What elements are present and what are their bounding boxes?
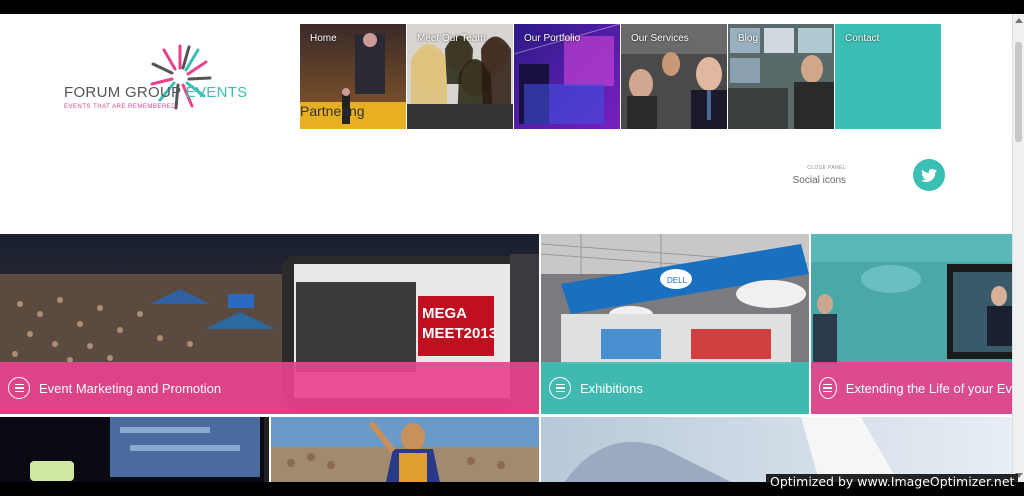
list-icon	[819, 377, 837, 399]
tile-title-exhibitions: Exhibitions	[580, 380, 643, 396]
optimizer-watermark: Optimized by www.ImageOptimizer.net	[766, 474, 1019, 489]
scroll-up-icon[interactable]	[1015, 18, 1023, 23]
tile-extending-life[interactable]: Extending the Life of your Ev	[811, 234, 1012, 414]
nav-label-our-portfolio: Our Portfolio	[524, 33, 581, 44]
nav-label-meet-our-team: Meet Our Team	[417, 33, 486, 44]
tile-title-event-marketing: Event Marketing and Promotion	[39, 380, 222, 396]
nav-item-our-services[interactable]: Our Services	[621, 24, 727, 129]
nav-label-home: Home	[310, 33, 337, 44]
list-icon	[8, 377, 30, 399]
close-panel-link[interactable]: CLOSE PANEL	[786, 165, 846, 171]
scrollbar-thumb[interactable]	[1015, 42, 1022, 142]
nav-item-home[interactable]: Partnering Home	[300, 24, 406, 129]
nav-item-contact[interactable]: Contact	[835, 24, 941, 129]
logo-name-accent: EVENTS	[185, 84, 248, 101]
tile-band: Extending the Life of your Ev	[811, 362, 1012, 414]
main-nav: Partnering Home Meet Our Team Our Portfo…	[300, 24, 941, 129]
nav-label-our-services: Our Services	[631, 33, 689, 44]
mega-meet-year: MEET2013	[422, 325, 497, 342]
tile-band: Exhibitions	[541, 362, 809, 414]
mega-meet-sign: MEGA	[422, 305, 467, 322]
tile-exhibitions[interactable]: DELL Exhibitions	[541, 234, 809, 414]
nav-label-blog: Blog	[738, 33, 759, 44]
dell-logo-text: DELL	[667, 276, 688, 285]
list-icon	[549, 377, 571, 399]
tile-row2-3[interactable]	[541, 417, 1012, 482]
nav-item-meet-our-team[interactable]: Meet Our Team	[407, 24, 513, 129]
logo-name-main: FORUM GROUP	[64, 84, 186, 101]
tile-band: Event Marketing and Promotion	[0, 362, 539, 414]
logo-tagline: EVENTS THAT ARE REMEMBERED	[64, 104, 177, 110]
web-page: FORUM GROUP EVENTS EVENTS THAT ARE REMEM…	[0, 14, 1012, 482]
twitter-button[interactable]	[913, 159, 945, 191]
site-logo[interactable]: FORUM GROUP EVENTS EVENTS THAT ARE REMEM…	[64, 34, 264, 144]
partnering-sign: Partnering	[300, 103, 365, 119]
vertical-scrollbar[interactable]	[1012, 14, 1024, 482]
nav-item-our-portfolio[interactable]: Our Portfolio	[514, 24, 620, 129]
row2-photo-1	[0, 417, 269, 482]
row2-photo-2	[271, 417, 539, 482]
social-icons-label: Social icons	[792, 175, 846, 186]
nav-label-contact: Contact	[845, 33, 880, 44]
logo-wordmark: FORUM GROUP EVENTS	[64, 84, 248, 101]
tile-title-extending-life: Extending the Life of your Ev	[845, 380, 1012, 396]
twitter-icon	[921, 169, 937, 182]
tile-row2-2[interactable]	[271, 417, 539, 482]
tile-event-marketing[interactable]: MEGA MEET2013 Event Marketing and Promot…	[0, 234, 539, 414]
tile-row2-1[interactable]	[0, 417, 269, 482]
row2-photo-3	[541, 417, 1012, 482]
nav-item-blog[interactable]: Blog	[728, 24, 834, 129]
